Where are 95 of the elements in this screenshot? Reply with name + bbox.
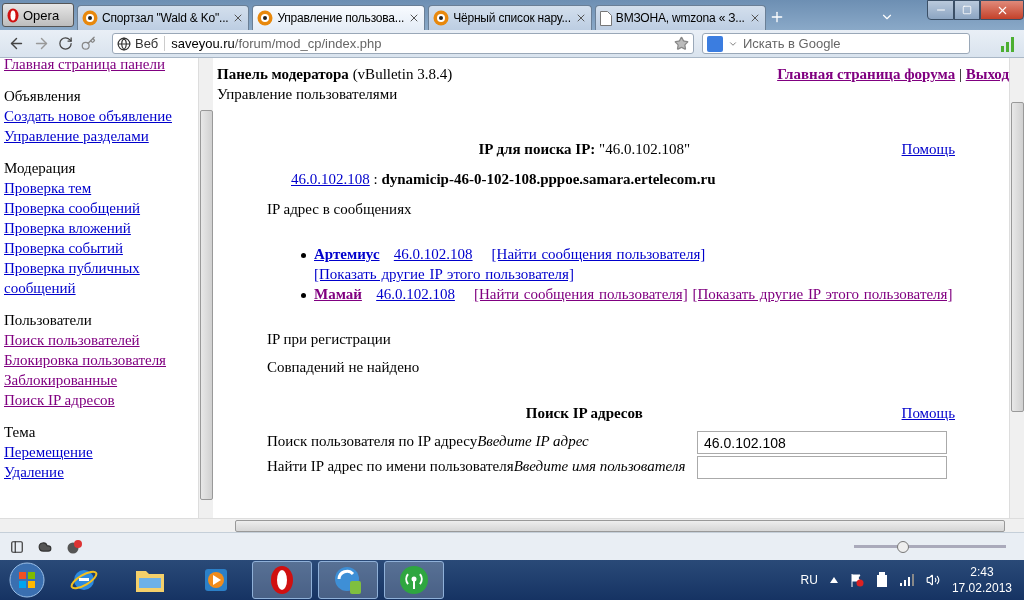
cloud-icon[interactable]	[38, 539, 52, 554]
web-label: Веб	[135, 36, 159, 51]
signal-bars-icon[interactable]	[899, 574, 914, 586]
sidebar-link[interactable]: Главная страница панели	[4, 58, 166, 74]
maximize-button[interactable]	[954, 0, 980, 20]
sidebar-heading: Модерация	[4, 159, 77, 178]
maximize-icon	[962, 5, 972, 15]
panel-toggle-icon[interactable]	[10, 539, 24, 554]
volume-icon[interactable]	[925, 573, 940, 587]
back-icon[interactable]	[8, 35, 25, 52]
sidebar-link[interactable]: Удаление	[4, 462, 64, 482]
sidebar-link[interactable]: Поиск пользователей	[4, 330, 140, 350]
sidebar-link[interactable]: Перемещение	[4, 442, 93, 462]
browser-tab[interactable]: ВМЗОНА, wmzona « З...	[594, 5, 766, 30]
media-player-icon	[202, 566, 230, 594]
signal-bars-icon	[1000, 35, 1016, 52]
forum-icon	[433, 10, 450, 26]
opera-menu-button[interactable]: Opera	[2, 3, 74, 27]
address-field[interactable]: Веб saveyou.ru/forum/mod_cp/index.php	[112, 33, 694, 54]
section-title: IP для поиска IP: "46.0.102.108"	[477, 140, 692, 159]
sidebar-link[interactable]: Проверка тем	[4, 178, 92, 198]
reload-icon[interactable]	[58, 36, 73, 51]
sidebar-link[interactable]: Заблокированные	[4, 370, 118, 390]
flag-icon[interactable]	[849, 573, 864, 587]
field-label: Найти IP адрес по имени пользователяВведите имя пользователя	[267, 457, 687, 476]
section-heading: IP адрес в сообщениях	[267, 200, 413, 219]
forum-icon	[257, 10, 274, 26]
close-button[interactable]	[980, 0, 1024, 20]
bookmark-star-icon[interactable]	[674, 36, 689, 51]
sidebar-heading: Объявления	[4, 87, 82, 106]
host-separator: :	[373, 171, 378, 187]
field-label: Поиск пользователя по IP адресуВведите IP адрес	[267, 432, 590, 451]
page-icon	[599, 10, 612, 26]
opera-icon	[269, 565, 295, 595]
globe-icon	[117, 36, 131, 51]
language-indicator[interactable]: RU	[800, 573, 818, 587]
bullet-icon	[301, 293, 306, 298]
minimize-button[interactable]	[927, 0, 954, 20]
zoom-slider-thumb[interactable]	[897, 540, 910, 553]
power-icon[interactable]	[875, 572, 888, 588]
scrollbar[interactable]	[198, 58, 213, 518]
sidebar-link[interactable]: Создать новое объявление	[4, 106, 172, 126]
browser-tab[interactable]: Управление пользова...	[252, 5, 426, 30]
page-subtitle: Управление пользователями	[217, 85, 399, 104]
bullet-icon	[301, 253, 306, 258]
google-icon	[707, 35, 723, 52]
find-posts-link[interactable]: [Найти сообщения пользователя]	[473, 286, 688, 302]
host-name: dynamicip-46-0-102-108.pppoe.samara.ertelecom.ru	[381, 171, 716, 187]
section-heading: IP при регистрации	[267, 330, 392, 349]
result-text: Совпадений не найдено	[267, 358, 421, 377]
address-text: saveyou.ru/forum/mod_cp/index.php	[171, 36, 383, 51]
browser-tab[interactable]: Чёрный список нару...	[428, 5, 592, 30]
help-link[interactable]: Помощь	[901, 403, 955, 423]
forum-icon	[82, 10, 98, 26]
sidebar-link[interactable]: Проверка вложений	[4, 218, 131, 238]
sidebar-link[interactable]: Блокировка пользователя	[4, 350, 166, 370]
nav-link[interactable]: Главная страница форума	[777, 66, 956, 82]
scrollbar[interactable]	[1009, 58, 1024, 518]
taskbar-button[interactable]	[318, 561, 378, 599]
sidebar-link[interactable]: Проверка сообщений	[4, 198, 141, 218]
wireless-icon	[399, 565, 429, 595]
find-posts-link[interactable]: [Найти сообщения пользователя]	[491, 246, 706, 262]
sidebar-link[interactable]: Проверка публичных сообщений	[4, 258, 198, 298]
scrollbar[interactable]	[0, 518, 1024, 532]
sidebar-link[interactable]: Проверка событий	[4, 238, 123, 258]
tray-expand-icon[interactable]	[829, 577, 838, 583]
sidebar-link[interactable]: Управление разделами	[4, 126, 149, 146]
key-icon[interactable]	[81, 36, 96, 51]
ip-address-link[interactable]: 46.0.102.108	[376, 286, 455, 302]
notification-icon[interactable]	[66, 539, 82, 554]
help-link[interactable]: Помощь	[901, 139, 955, 159]
clock-date[interactable]: 17.02.2013	[951, 580, 1012, 596]
input-field[interactable]: 46.0.102.108	[697, 431, 947, 454]
taskbar-button[interactable]	[384, 561, 444, 599]
form-title: Поиск IP адресов	[524, 404, 644, 423]
sync-icon	[333, 565, 363, 595]
opera-logo-icon	[7, 7, 19, 23]
user-link[interactable]: Мамай	[314, 286, 362, 302]
other-ips-link[interactable]: [Показать другие IP этого пользователя]	[692, 286, 953, 302]
sidebar-link[interactable]: Поиск IP адресов	[4, 390, 115, 410]
sidebar-heading: Тема	[4, 423, 37, 442]
sidebar-heading: Пользователи	[4, 311, 93, 330]
panel-title: Панель модератора (vBulletin 3.8.4)	[217, 65, 453, 84]
other-ips-link[interactable]: [Показать другие IP этого пользователя]	[314, 266, 574, 282]
start-button-icon[interactable]	[9, 562, 45, 598]
nav-link[interactable]: Выход	[965, 66, 1009, 82]
ip-address-link[interactable]: 46.0.102.108	[291, 171, 370, 187]
browser-tab[interactable]: Спортзал "Wald & Ko"...	[77, 5, 250, 30]
taskbar-button[interactable]	[252, 561, 312, 599]
user-link[interactable]: Артемиус	[314, 246, 380, 262]
separator-text: |	[958, 66, 962, 82]
search-field[interactable]: Искать в Google	[702, 33, 970, 54]
clock-time[interactable]: 2:43	[970, 564, 994, 580]
input-field[interactable]	[697, 456, 947, 479]
ip-address-link[interactable]: 46.0.102.108	[393, 246, 473, 262]
